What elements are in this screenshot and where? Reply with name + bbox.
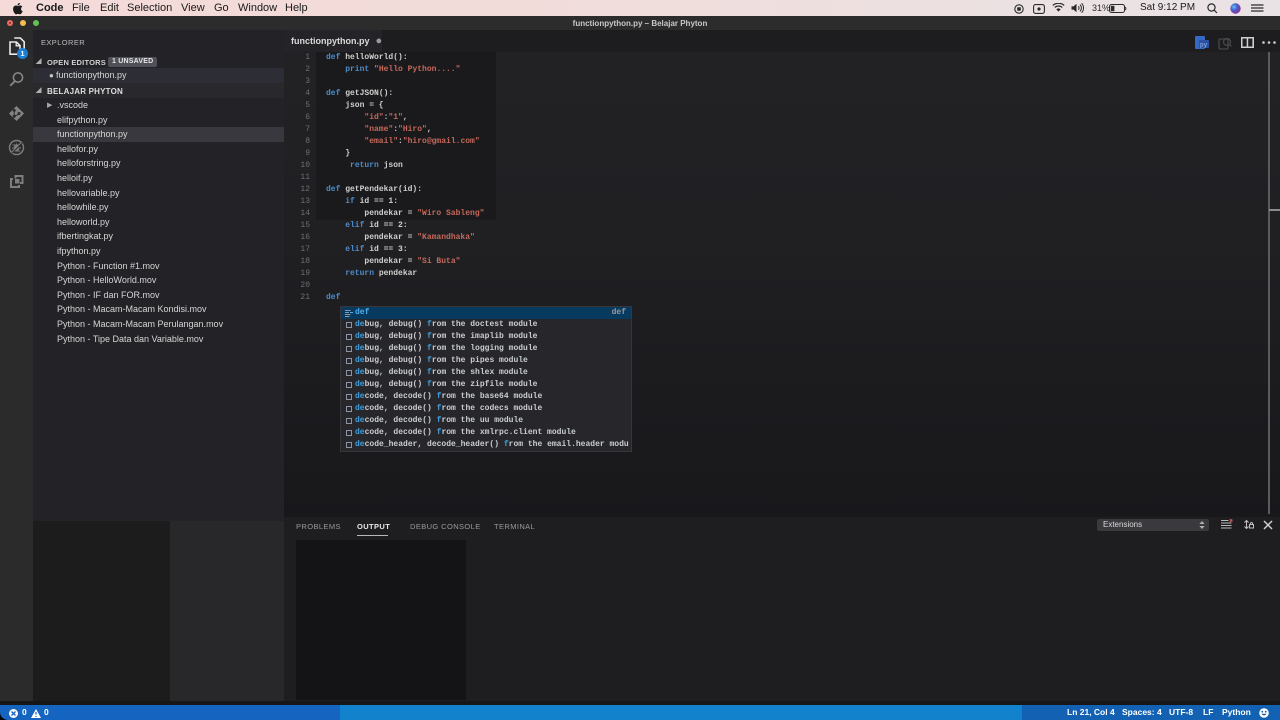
svg-text:py: py bbox=[1200, 42, 1208, 49]
